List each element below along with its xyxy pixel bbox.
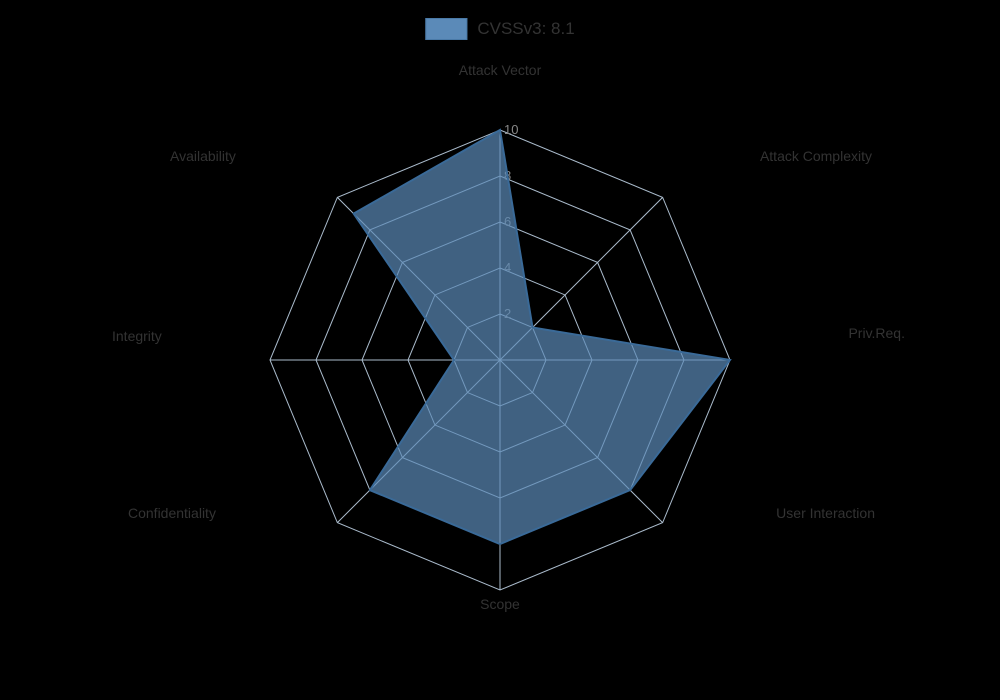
chart-container: CVSSv3: 8.1 246810 Attack Vector Attack … <box>0 0 1000 700</box>
axis-label-confidentiality: Confidentiality <box>128 505 216 521</box>
axis-label-attack-complexity: Attack Complexity <box>760 148 872 164</box>
axis-label-availability: Availability <box>170 148 236 164</box>
axis-label-scope: Scope <box>480 596 520 612</box>
axis-label-integrity: Integrity <box>112 328 162 344</box>
radar-chart: 246810 <box>0 0 1000 700</box>
axis-label-user-interaction: User Interaction <box>776 505 875 521</box>
axis-label-attack-vector: Attack Vector <box>459 62 541 78</box>
axis-label-priv-req: Priv.Req. <box>848 325 905 341</box>
svg-text:10: 10 <box>504 122 518 137</box>
